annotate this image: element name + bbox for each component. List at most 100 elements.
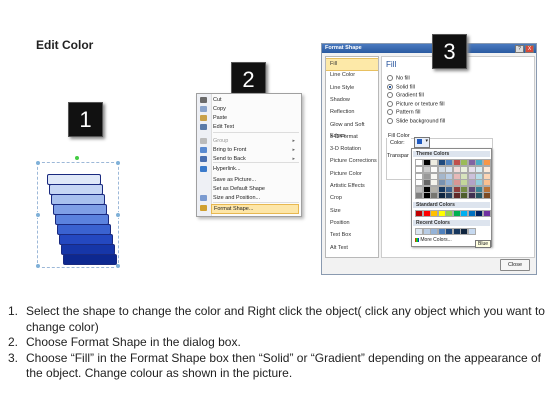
menu-item-label: Edit Text xyxy=(213,124,234,130)
nav-item-text-box[interactable]: Text Box xyxy=(326,230,378,241)
resize-handle-tl[interactable] xyxy=(35,160,41,166)
menu-item-format-shape[interactable]: Format Shape... xyxy=(211,204,299,214)
context-menu: Cut Copy Paste Edit Text Group ▸ Bring to Fron… xyxy=(196,93,302,217)
nav-item-alt-text[interactable]: Alt Text xyxy=(326,243,378,254)
close-button[interactable]: Close xyxy=(500,259,530,271)
fill-option-no-fill[interactable]: No fill xyxy=(387,75,410,82)
standard-color-swatch[interactable] xyxy=(482,210,491,217)
theme-color-swatch[interactable] xyxy=(482,159,491,166)
radio-button[interactable] xyxy=(387,92,393,98)
menu-item-label: Copy xyxy=(213,106,226,112)
fill-option-label: Solid fill xyxy=(396,83,415,90)
menu-separator xyxy=(213,202,299,203)
menu-item-group[interactable]: Group ▸ xyxy=(211,137,299,145)
menu-separator xyxy=(213,162,299,163)
category-list: Fill Line Color Line Style Shadow Reflection… xyxy=(325,56,379,258)
theme-color-shade[interactable] xyxy=(482,192,491,199)
menu-item-hyperlink[interactable]: Hyperlink... xyxy=(211,165,299,173)
nav-item-reflection[interactable]: Reflection xyxy=(326,107,378,118)
menu-item-size-and-position[interactable]: Size and Position... xyxy=(211,194,299,202)
color-wheel-icon xyxy=(415,237,419,242)
nav-item-fill[interactable]: Fill xyxy=(326,58,378,71)
radio-button[interactable] xyxy=(387,83,393,90)
menu-item-bring-to-front[interactable]: Bring to Front ▸ xyxy=(211,146,299,154)
menu-item-label: Cut xyxy=(213,97,222,103)
resize-handle-tr[interactable] xyxy=(115,160,121,166)
group-icon xyxy=(200,138,207,144)
recent-colors-label: Recent Colors xyxy=(413,220,490,226)
fill-option-pattern-fill[interactable]: Pattern fill xyxy=(387,109,420,116)
shape-rung xyxy=(63,254,117,265)
radio-button[interactable] xyxy=(387,117,393,124)
theme-colors-label: Theme Colors xyxy=(413,151,490,157)
swatch-tooltip: Blue xyxy=(475,240,492,248)
menu-item-copy[interactable]: Copy xyxy=(211,105,299,113)
fill-option-picture-or-texture-fill[interactable]: Picture or texture fill xyxy=(387,100,445,108)
fill-option-gradient-fill[interactable]: Gradient fill xyxy=(387,92,424,99)
nav-item-size[interactable]: Size xyxy=(326,206,378,217)
nav-item-line-color[interactable]: Line Color xyxy=(326,70,378,81)
color-picker-button[interactable]: ▾ xyxy=(414,137,430,148)
chevron-down-icon: ▾ xyxy=(425,138,428,144)
help-button[interactable]: ? xyxy=(515,45,524,53)
paste-icon xyxy=(200,115,207,121)
nav-item-picture-color[interactable]: Picture Color xyxy=(326,169,378,180)
radio-button[interactable] xyxy=(387,100,393,107)
radio-button[interactable] xyxy=(387,109,393,115)
bring-front-icon xyxy=(200,147,207,153)
instruction-list: 1. Select the shape to change the color a… xyxy=(8,304,553,382)
step-number: 3. xyxy=(8,350,19,365)
menu-item-label: Set as Default Shape xyxy=(213,186,265,192)
step-badge-2: 2 xyxy=(231,62,266,97)
instruction-step: 1. Select the shape to change the color a… xyxy=(8,304,553,335)
close-icon[interactable]: X xyxy=(525,45,534,53)
more-colors-label: More Colors... xyxy=(420,237,452,243)
nav-item-glow-and-soft-edges[interactable]: Glow and Soft Edges xyxy=(326,120,378,139)
menu-item-set-as-default-shape[interactable]: Set as Default Shape xyxy=(211,185,299,193)
menu-item-label: Bring to Front xyxy=(213,147,247,153)
fill-option-solid-fill[interactable]: Solid fill xyxy=(387,83,415,91)
instruction-step: 2. Choose Format Shape in the dialog box. xyxy=(8,335,553,351)
recent-color-swatch[interactable] xyxy=(467,228,476,235)
selected-shape[interactable] xyxy=(33,155,121,269)
menu-item-save-as-picture[interactable]: Save as Picture... xyxy=(211,176,299,184)
menu-item-cut[interactable]: Cut xyxy=(211,96,299,104)
standard-colors-label: Standard Colors xyxy=(413,202,490,208)
nav-item-shadow[interactable]: Shadow xyxy=(326,95,378,106)
resize-handle-l[interactable] xyxy=(35,212,41,218)
nav-item-line-style[interactable]: Line Style xyxy=(326,83,378,94)
copy-icon xyxy=(200,106,207,112)
color-palette: Theme Colors Standard Colors Recent Colo… xyxy=(411,148,492,247)
resize-handle-bl[interactable] xyxy=(35,263,41,269)
fill-option-slide-background-fill[interactable]: Slide background fill xyxy=(387,117,445,125)
page-title: Edit Color xyxy=(36,38,94,52)
menu-item-label: Save as Picture... xyxy=(213,177,257,183)
step-text: Choose Format Shape in the dialog box. xyxy=(26,335,241,349)
nav-item-crop[interactable]: Crop xyxy=(326,193,378,204)
instruction-step: 3. Choose “Fill” in the Format Shape box … xyxy=(8,351,553,382)
more-colors-link[interactable]: More Colors... xyxy=(415,237,452,243)
dialog-title: Format Shape xyxy=(322,44,536,53)
scissors-icon xyxy=(200,97,207,103)
menu-item-label: Hyperlink... xyxy=(213,166,241,172)
color-label: Color: xyxy=(390,140,405,146)
radio-button[interactable] xyxy=(387,75,393,81)
nav-item-3-d-format[interactable]: 3-D Format xyxy=(326,132,378,143)
menu-item-edit-text[interactable]: Edit Text xyxy=(211,123,299,131)
submenu-arrow-icon: ▸ xyxy=(292,138,295,144)
nav-item-3-d-rotation[interactable]: 3-D Rotation xyxy=(326,144,378,155)
step-badge-1: 1 xyxy=(68,102,103,137)
nav-item-picture-corrections[interactable]: Picture Corrections xyxy=(326,156,378,167)
nav-item-artistic-effects[interactable]: Artistic Effects xyxy=(326,181,378,192)
fill-option-label: Picture or texture fill xyxy=(396,100,445,107)
rotate-handle[interactable] xyxy=(74,155,80,161)
send-back-icon xyxy=(200,156,207,162)
resize-handle-r[interactable] xyxy=(115,212,121,218)
step-text: Choose “Fill” in the Format Shape box th… xyxy=(26,350,541,381)
fill-option-label: Gradient fill xyxy=(396,92,424,99)
fill-bucket-icon xyxy=(417,139,422,144)
step-number: 1. xyxy=(8,304,19,318)
nav-item-position[interactable]: Position xyxy=(326,218,378,229)
fill-heading: Fill xyxy=(386,60,397,69)
menu-item-paste[interactable]: Paste xyxy=(211,114,299,122)
